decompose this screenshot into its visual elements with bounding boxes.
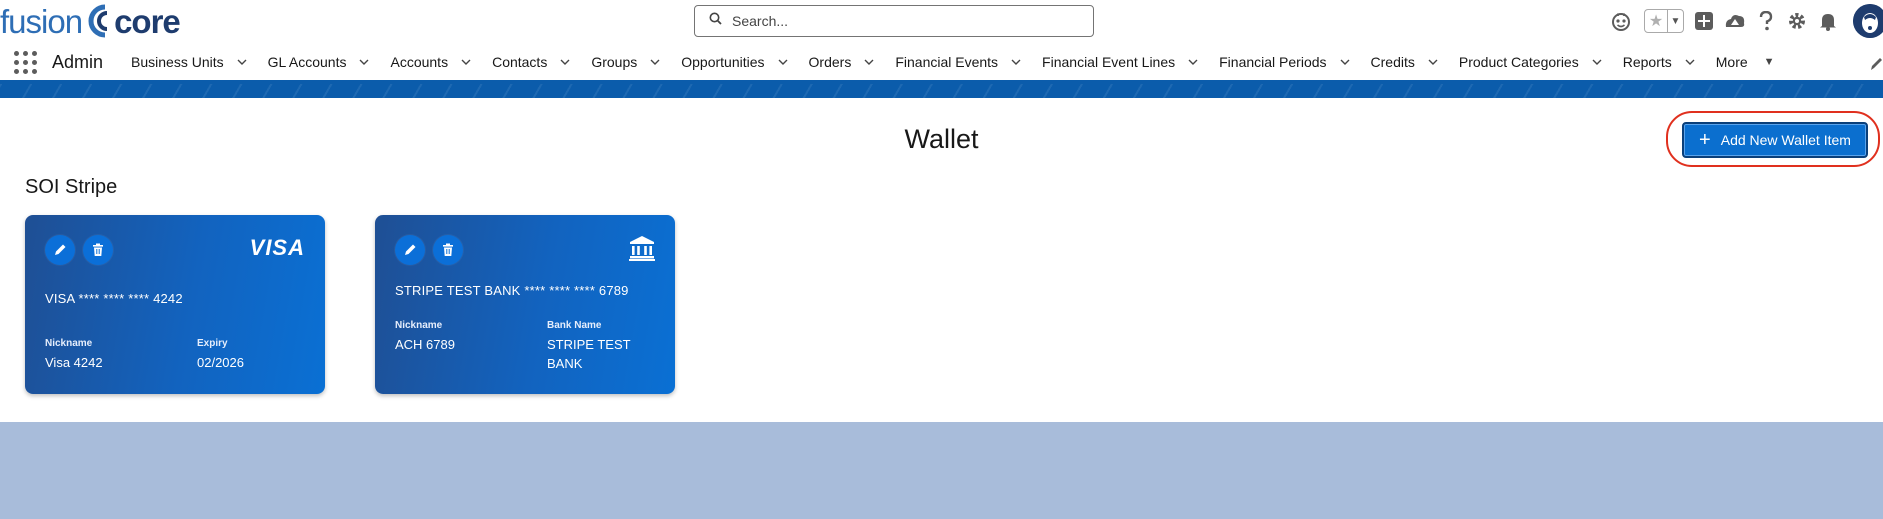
nav-item-product-categories[interactable]: Product Categories: [1455, 44, 1607, 80]
nav-more-menu[interactable]: More ▼: [1712, 44, 1779, 80]
chevron-down-icon[interactable]: [236, 56, 248, 68]
chevron-down-icon[interactable]: [1427, 56, 1439, 68]
pencil-icon: [405, 244, 416, 255]
help-icon[interactable]: [1755, 10, 1777, 32]
chevron-down-icon[interactable]: [460, 56, 472, 68]
chevron-down-icon[interactable]: [1010, 56, 1022, 68]
delete-card-button[interactable]: [83, 235, 113, 265]
search-icon: [709, 12, 722, 30]
chevron-down-icon[interactable]: [1591, 56, 1603, 68]
visa-logo-icon: VISA: [249, 235, 305, 260]
user-avatar[interactable]: [1853, 4, 1883, 38]
notifications-bell-icon[interactable]: [1817, 10, 1839, 32]
add-new-wallet-item-button[interactable]: + Add New Wallet Item: [1682, 122, 1868, 158]
chevron-down-icon[interactable]: [1684, 56, 1696, 68]
global-search[interactable]: [694, 5, 1094, 37]
nav-item-contacts[interactable]: Contacts: [488, 44, 575, 80]
logo-text-fusion: fusion: [0, 2, 83, 40]
edit-nav-pencil-icon[interactable]: [1867, 56, 1883, 72]
trash-icon: [443, 243, 453, 256]
nav-item-financial-event-lines[interactable]: Financial Event Lines: [1038, 44, 1203, 80]
chevron-down-icon[interactable]: [1339, 56, 1351, 68]
account-number: STRIPE TEST BANK **** **** **** 6789: [395, 283, 629, 298]
logo-text-core: core: [114, 2, 181, 40]
trash-icon: [93, 243, 103, 256]
app-launcher-icon[interactable]: [12, 49, 38, 75]
search-input[interactable]: [732, 13, 1072, 29]
nav-item-financial-events[interactable]: Financial Events: [891, 44, 1026, 80]
wallet-panel: Wallet + Add New Wallet Item SOI Stripe …: [0, 98, 1883, 422]
fusioncore-logo[interactable]: fusion core: [0, 0, 181, 42]
expiry-field: Expiry 02/2026: [197, 338, 244, 370]
favorites-control[interactable]: ★ ▼: [1644, 9, 1684, 33]
edit-card-button[interactable]: [45, 235, 75, 265]
plus-icon: +: [1699, 129, 1711, 151]
nav-item-opportunities[interactable]: Opportunities: [677, 44, 792, 80]
edit-card-button[interactable]: [395, 235, 425, 265]
nav-item-reports[interactable]: Reports: [1619, 44, 1700, 80]
bank-icon: [629, 235, 655, 266]
nav-item-groups[interactable]: Groups: [587, 44, 665, 80]
nav-item-credits[interactable]: Credits: [1367, 44, 1443, 80]
nickname-field: Nickname ACH 6789: [395, 320, 455, 352]
global-header: fusion core ★ ▼: [0, 0, 1883, 44]
wallet-card-bank: STRIPE TEST BANK **** **** **** 6789 Nic…: [375, 215, 675, 394]
chevron-down-icon[interactable]: [1187, 56, 1199, 68]
section-title: SOI Stripe: [25, 176, 118, 198]
logo-mark-icon: [83, 4, 113, 38]
settings-gear-icon[interactable]: [1786, 10, 1808, 32]
wallet-card-visa: VISA VISA **** **** **** 4242 Nickname V…: [25, 215, 325, 394]
nickname-field: Nickname Visa 4242: [45, 338, 103, 370]
nav-item-business-units[interactable]: Business Units: [127, 44, 252, 80]
bank-name-field: Bank Name STRIPE TEST BANK: [547, 320, 631, 371]
chevron-down-icon[interactable]: [358, 56, 370, 68]
chevron-down-icon[interactable]: [777, 56, 789, 68]
header-banner-strip: [0, 84, 1883, 98]
favorite-star-icon[interactable]: ★: [1645, 10, 1667, 32]
app-name: Admin: [52, 51, 104, 72]
delete-card-button[interactable]: [433, 235, 463, 265]
assistant-icon[interactable]: [1610, 10, 1632, 32]
chevron-down-icon[interactable]: [649, 56, 661, 68]
chevron-down-icon[interactable]: [559, 56, 571, 68]
add-button-label: Add New Wallet Item: [1720, 132, 1851, 148]
nav-item-gl-accounts[interactable]: GL Accounts: [264, 44, 375, 80]
pencil-icon: [55, 244, 66, 255]
add-icon[interactable]: [1693, 10, 1715, 32]
page-title: Wallet: [904, 124, 979, 154]
trailhead-icon[interactable]: [1724, 10, 1746, 32]
app-navigation-bar: Admin Business Units GL Accounts Account…: [0, 44, 1883, 84]
favorites-dropdown-icon[interactable]: ▼: [1667, 10, 1683, 32]
nav-item-accounts[interactable]: Accounts: [386, 44, 476, 80]
nav-item-financial-periods[interactable]: Financial Periods: [1215, 44, 1354, 80]
nav-item-orders[interactable]: Orders: [805, 44, 880, 80]
card-number: VISA **** **** **** 4242: [45, 291, 183, 306]
caret-down-icon: ▼: [1763, 56, 1775, 68]
header-utilities: ★ ▼: [1601, 4, 1883, 38]
chevron-down-icon[interactable]: [863, 56, 875, 68]
